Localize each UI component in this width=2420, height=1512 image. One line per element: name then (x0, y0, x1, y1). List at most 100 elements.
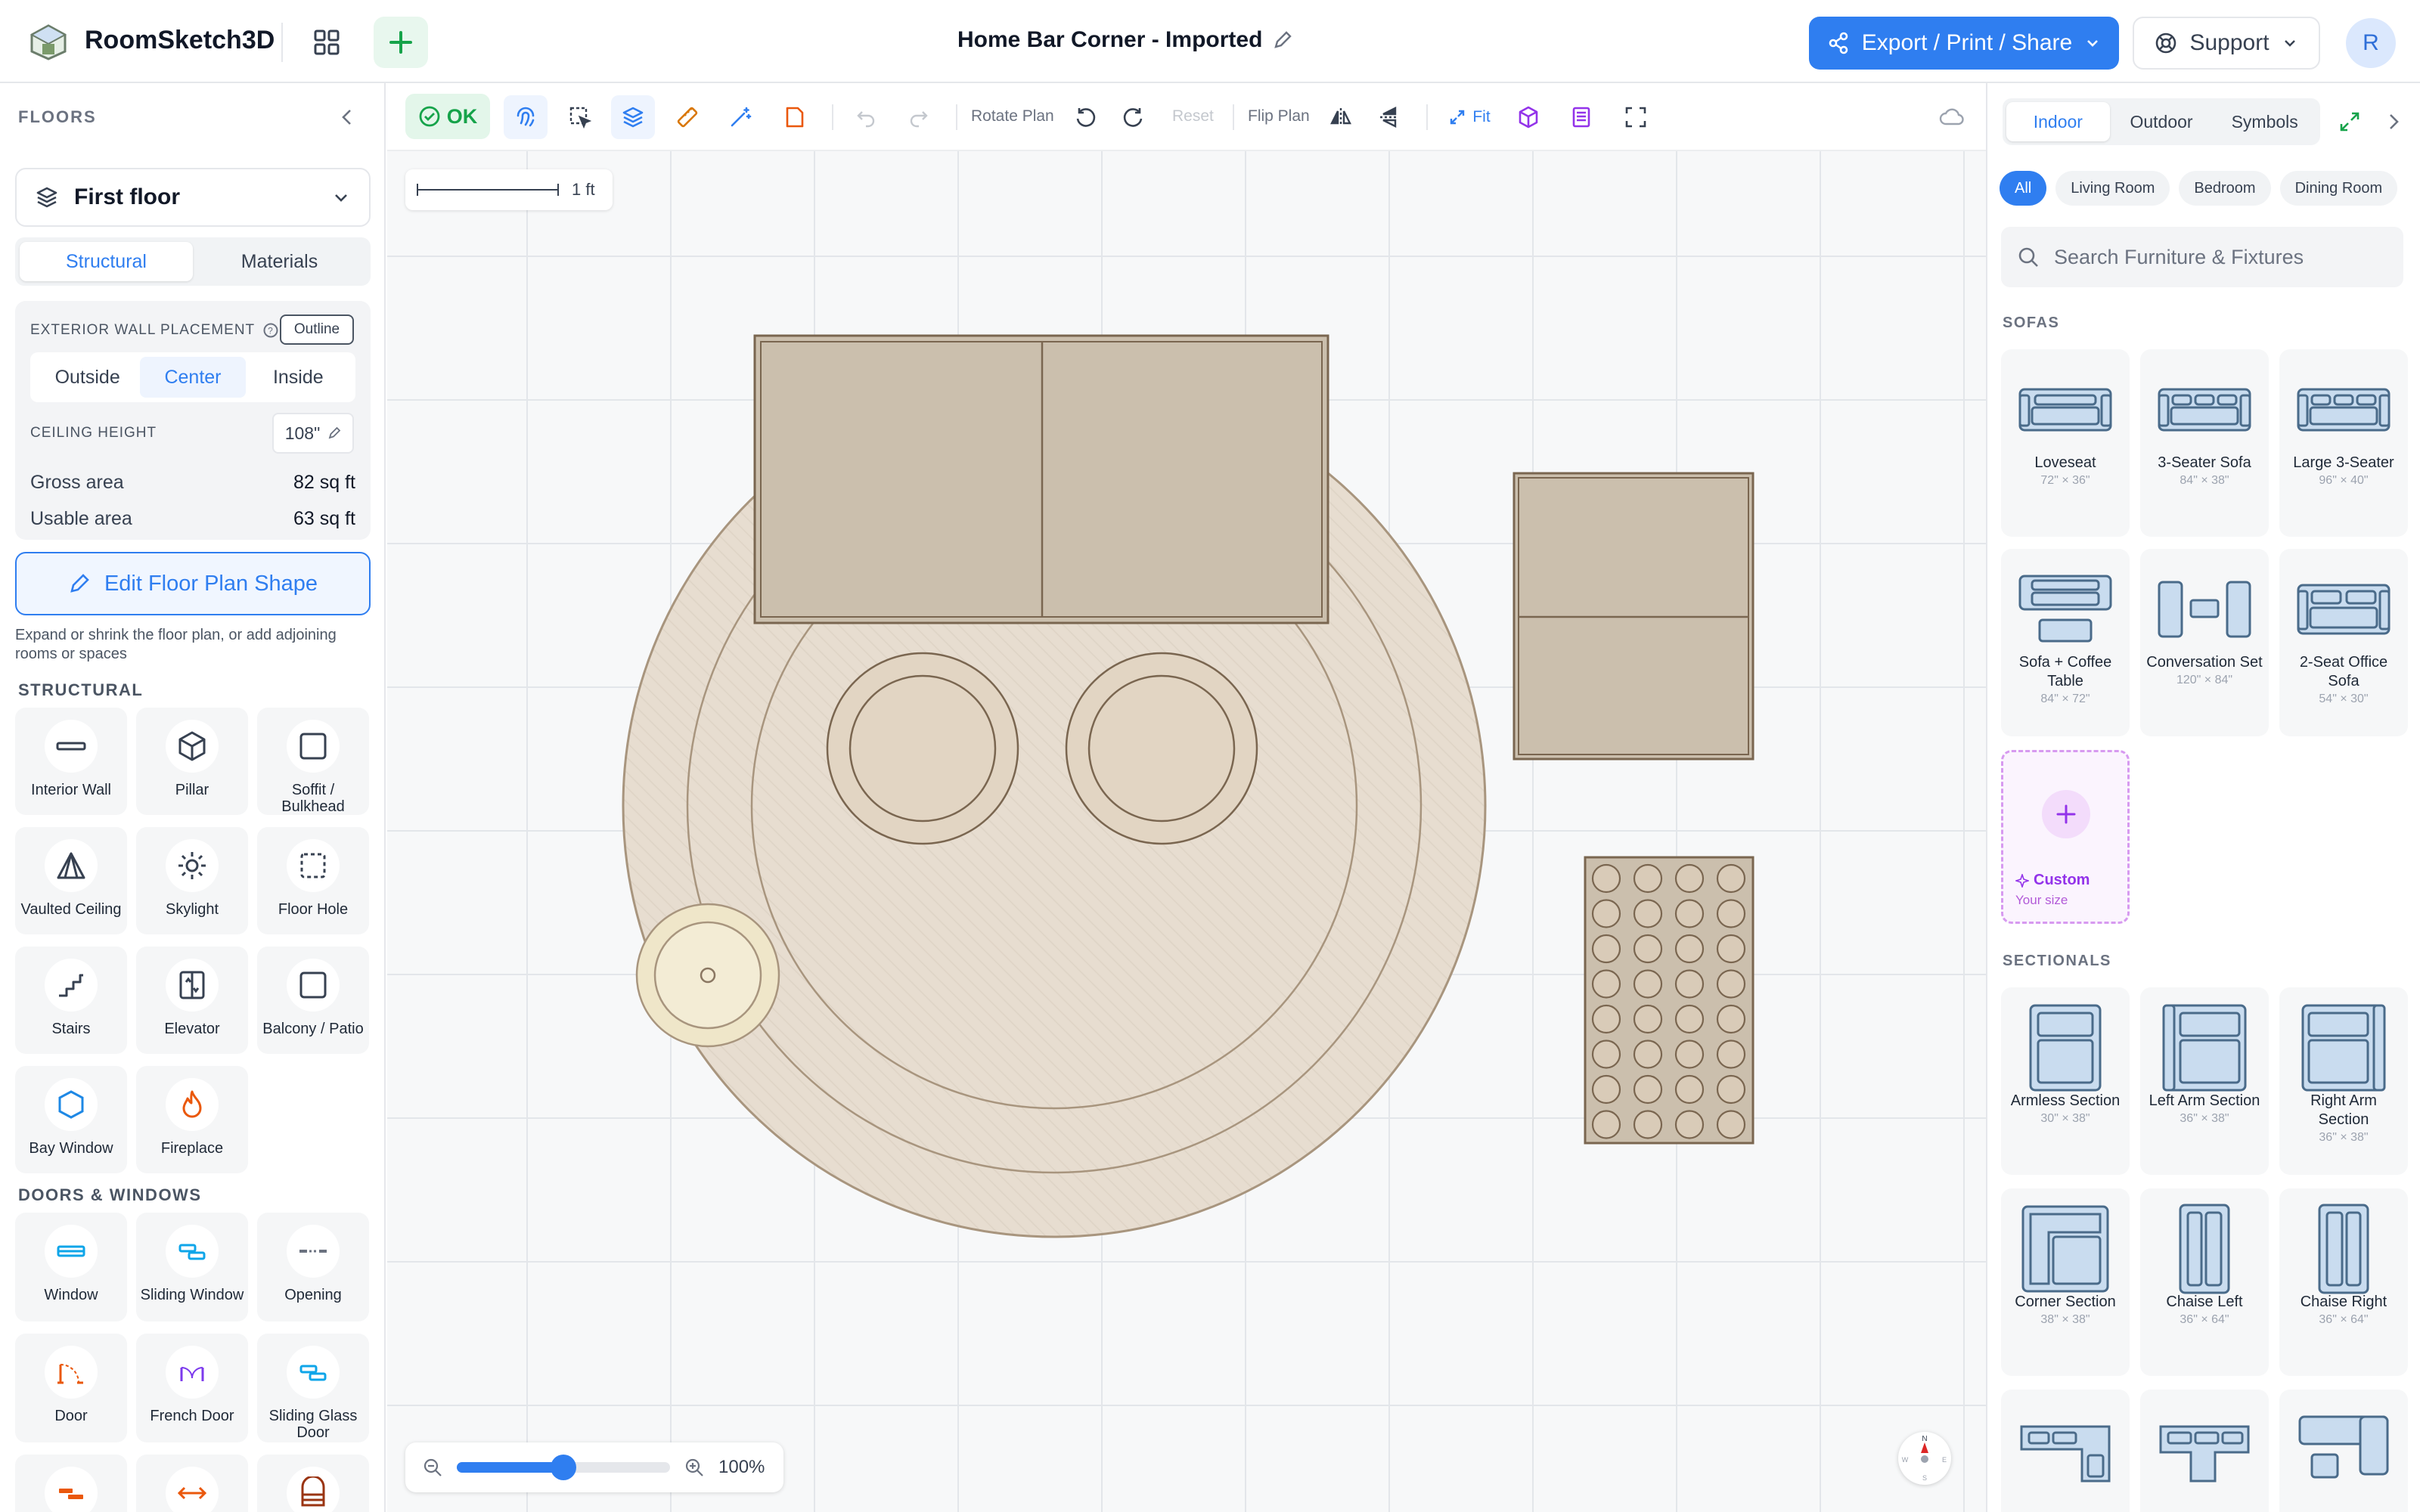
furniture-card[interactable]: Loveseat 72" × 36" (2001, 349, 2130, 537)
outline-button[interactable]: Outline (280, 314, 354, 345)
tool-vaulted-ceiling[interactable]: Vaulted Ceiling (15, 827, 127, 934)
back-cabinet[interactable] (1512, 472, 1754, 761)
bar-stool[interactable] (1065, 652, 1258, 845)
redo-button[interactable] (897, 95, 941, 139)
compass-widget[interactable]: N E W S (1898, 1432, 1951, 1485)
tool-french-door[interactable]: French Door (136, 1334, 248, 1442)
fullscreen-button[interactable] (1614, 95, 1658, 139)
floor-selector[interactable]: First floor (15, 168, 371, 227)
tool-item[interactable] (257, 1455, 369, 1512)
rotate-right-button[interactable] (1112, 95, 1156, 139)
rotate-left-button[interactable] (1063, 95, 1107, 139)
side-table[interactable] (635, 903, 780, 1048)
building-button[interactable] (1559, 95, 1603, 139)
furniture-card[interactable]: 3-Seater Sofa 84" × 38" (2140, 349, 2269, 537)
chevron-right-icon[interactable] (2384, 110, 2405, 133)
tab-structural[interactable]: Structural (20, 242, 193, 281)
placement-inside[interactable]: Inside (246, 357, 351, 398)
furniture-card[interactable]: Right Arm Section 36" × 38" (2279, 987, 2408, 1175)
tool-floor-hole[interactable]: Floor Hole (257, 827, 369, 934)
user-avatar[interactable]: R (2346, 18, 2396, 68)
placement-center[interactable]: Center (140, 357, 246, 398)
sofa-coffee-table-icon (2017, 573, 2114, 646)
tab-materials[interactable]: Materials (193, 242, 366, 281)
tool-skylight[interactable]: Skylight (136, 827, 248, 934)
tab-indoor[interactable]: Indoor (2006, 102, 2110, 141)
view-3d-button[interactable] (1506, 95, 1550, 139)
tab-outdoor[interactable]: Outdoor (2110, 102, 2214, 141)
wine-bottle-slot (1674, 934, 1705, 964)
tool-window[interactable]: Window (15, 1213, 127, 1321)
bar-counter[interactable] (753, 334, 1329, 624)
furniture-card[interactable]: Armless Section 30" × 38" (2001, 987, 2130, 1175)
notes-button[interactable] (773, 95, 817, 139)
chip-all[interactable]: All (2000, 171, 2047, 206)
tool-balcony[interactable]: Balcony / Patio (257, 947, 369, 1054)
placement-outside[interactable]: Outside (35, 357, 140, 398)
tool-interior-wall[interactable]: Interior Wall (15, 708, 127, 815)
furniture-card[interactable] (2140, 1390, 2269, 1512)
chip-dining-room[interactable]: Dining Room (2279, 171, 2398, 206)
furniture-card[interactable]: 2-Seat Office Sofa 54" × 30" (2279, 549, 2408, 736)
fit-button[interactable]: Fit (1440, 95, 1499, 139)
furniture-card[interactable] (2279, 1390, 2408, 1512)
cloud-sync-button[interactable] (1930, 95, 1974, 139)
projects-grid-button[interactable] (306, 23, 348, 62)
furniture-card[interactable]: Conversation Set 120" × 84" (2140, 549, 2269, 736)
search-input[interactable] (2054, 245, 2387, 269)
furniture-card[interactable] (2001, 1390, 2130, 1512)
reset-button[interactable]: Reset (1172, 107, 1214, 125)
tool-item[interactable] (15, 1455, 127, 1512)
tool-pillar[interactable]: Pillar (136, 708, 248, 815)
auto-layout-button[interactable] (504, 95, 548, 139)
tool-elevator[interactable]: Elevator (136, 947, 248, 1054)
wine-rack[interactable] (1584, 856, 1754, 1145)
floor-plan-canvas[interactable]: 1 ft 100% N E W S (387, 151, 1986, 1512)
furniture-card[interactable]: Large 3-Seater 96" × 40" (2279, 349, 2408, 537)
expand-panel-icon[interactable] (2338, 110, 2361, 133)
chip-bedroom[interactable]: Bedroom (2179, 171, 2271, 206)
ceiling-height-input[interactable]: 108" (272, 413, 354, 454)
layers-button[interactable] (611, 95, 655, 139)
zoom-out-icon[interactable] (422, 1457, 443, 1478)
tab-symbols[interactable]: Symbols (2213, 102, 2316, 141)
new-project-button[interactable] (374, 17, 428, 68)
custom-size-card[interactable]: Custom Your size (2001, 750, 2130, 924)
furniture-card[interactable]: Chaise Left 36" × 64" (2140, 1188, 2269, 1376)
furniture-card[interactable]: Left Arm Section 36" × 38" (2140, 987, 2269, 1175)
right-arm-section-icon (2295, 1004, 2392, 1092)
support-button[interactable]: Support (2133, 17, 2320, 70)
tool-label: Sliding Window (140, 1287, 244, 1303)
tool-fireplace[interactable]: Fireplace (136, 1066, 248, 1173)
furniture-card[interactable]: Corner Section 38" × 38" (2001, 1188, 2130, 1376)
export-print-share-button[interactable]: Export / Print / Share (1809, 17, 2119, 70)
zoom-slider-handle[interactable] (551, 1455, 576, 1480)
furniture-card[interactable]: Sofa + Coffee Table 84" × 72" (2001, 549, 2130, 736)
status-ok-button[interactable]: OK (405, 94, 490, 139)
flip-vertical-button[interactable] (1367, 95, 1411, 139)
undo-button[interactable] (844, 95, 888, 139)
zoom-in-icon[interactable] (684, 1457, 705, 1478)
tool-soffit[interactable]: Soffit / Bulkhead (257, 708, 369, 815)
bar-stool[interactable] (826, 652, 1019, 845)
tool-stairs[interactable]: Stairs (15, 947, 127, 1054)
rotate-plan-label: Rotate Plan (971, 107, 1054, 125)
tool-opening[interactable]: Opening (257, 1213, 369, 1321)
measure-button[interactable] (666, 95, 709, 139)
tool-item[interactable] (136, 1455, 248, 1512)
select-tool-button[interactable] (558, 95, 602, 139)
help-icon[interactable]: ? (262, 322, 279, 339)
tool-bay-window[interactable]: Bay Window (15, 1066, 127, 1173)
magic-wand-button[interactable] (718, 95, 762, 139)
tool-sliding-window[interactable]: Sliding Window (136, 1213, 248, 1321)
collapse-panel-icon[interactable] (336, 106, 358, 129)
flip-horizontal-button[interactable] (1319, 95, 1363, 139)
pencil-icon[interactable] (1273, 30, 1292, 50)
document-title[interactable]: Home Bar Corner - Imported (957, 27, 1292, 53)
tool-door[interactable]: Door (15, 1334, 127, 1442)
chip-living-room[interactable]: Living Room (2055, 171, 2170, 206)
zoom-slider[interactable] (457, 1455, 670, 1480)
edit-floor-plan-button[interactable]: Edit Floor Plan Shape (15, 552, 371, 615)
tool-sliding-glass-door[interactable]: Sliding Glass Door (257, 1334, 369, 1442)
furniture-card[interactable]: Chaise Right 36" × 64" (2279, 1188, 2408, 1376)
